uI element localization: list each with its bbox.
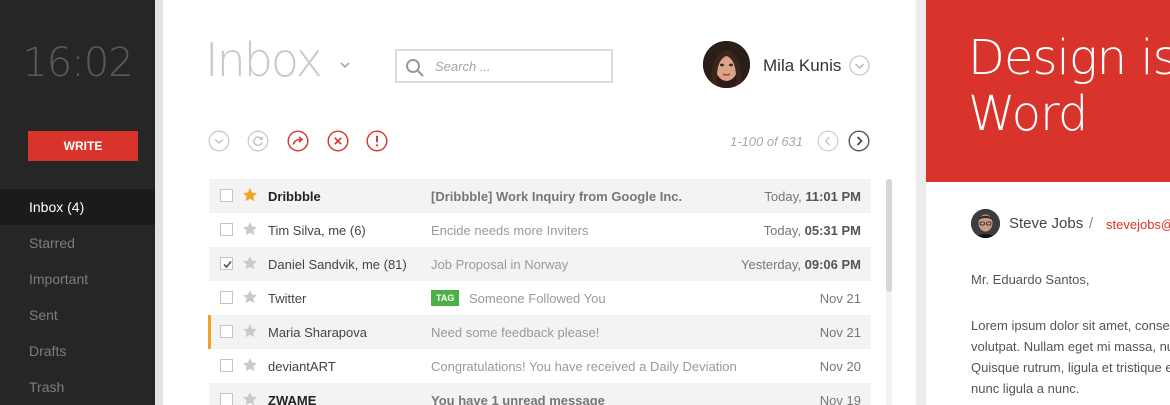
email-date: Nov 20 [819, 359, 861, 374]
email-sender: Tim Silva, me (6) [268, 223, 366, 238]
email-sender: Maria Sharapova [268, 325, 367, 340]
email-sender: Daniel Sandvik, me (81) [268, 257, 407, 272]
star-icon[interactable] [242, 289, 258, 305]
email-subject: Job Proposal in Norway [431, 257, 569, 272]
sender-avatar [971, 209, 1000, 238]
sender-email[interactable]: stevejobs@ [1106, 217, 1170, 232]
email-subject: Encide needs more Inviters [431, 223, 589, 238]
sidebar-item-important[interactable]: Important [0, 261, 155, 297]
email-date: Today, 11:01 PM [764, 189, 861, 204]
message-greeting: Mr. Eduardo Santos, [971, 272, 1090, 287]
sidebar-item-trash[interactable]: Trash [0, 369, 155, 405]
sender-separator: / [1089, 215, 1094, 232]
scrollbar-thumb[interactable] [886, 179, 892, 292]
prev-page-icon[interactable] [817, 130, 839, 152]
next-page-icon[interactable] [848, 130, 870, 152]
row-checkbox[interactable] [220, 325, 233, 338]
star-icon[interactable] [242, 357, 258, 373]
email-time: 09:06 PM [804, 257, 861, 272]
star-icon[interactable] [242, 323, 258, 339]
forward-icon[interactable] [287, 130, 309, 152]
divider [916, 0, 926, 405]
email-date-label: Yesterday, [741, 257, 805, 272]
email-subject: Congratulations! You have received a Dai… [431, 359, 737, 374]
message-title: Design is Word [968, 30, 1170, 142]
email-date-label: Today, [764, 189, 806, 204]
divider [155, 0, 163, 405]
email-subject: [Dribbble] Work Inquiry from Google Inc. [431, 189, 683, 204]
row-checkbox[interactable] [220, 223, 233, 236]
row-checkbox[interactable] [220, 359, 233, 372]
select-dropdown-icon[interactable] [208, 130, 230, 152]
email-subject: Need some feedback please! [431, 325, 600, 340]
delete-icon[interactable] [327, 130, 349, 152]
email-sender: deviantART [268, 359, 336, 374]
user-menu-chevron-icon[interactable] [849, 55, 870, 76]
email-row[interactable]: Dribbble [Dribbble] Work Inquiry from Go… [209, 179, 871, 213]
row-checkbox[interactable] [220, 257, 233, 270]
write-button[interactable]: WRITE [28, 131, 138, 161]
message-header: Design is Word [926, 0, 1170, 182]
search-icon [406, 59, 424, 77]
star-icon[interactable] [242, 221, 258, 237]
checkmark-icon [223, 260, 232, 269]
email-list: Dribbble [Dribbble] Work Inquiry from Go… [208, 179, 871, 405]
email-date: Yesterday, 09:06 PM [741, 257, 861, 272]
search-input[interactable] [435, 57, 605, 75]
inbox-panel: Inbox Mila Kunis 1-100 of 631 Dribbble [… [163, 0, 916, 405]
user-name[interactable]: Mila Kunis [763, 56, 841, 76]
sidebar-nav: Inbox (4) Starred Important Sent Drafts … [0, 189, 155, 405]
email-row[interactable]: Daniel Sandvik, me (81) Job Proposal in … [209, 247, 871, 281]
refresh-icon[interactable] [247, 130, 269, 152]
report-spam-icon[interactable] [366, 130, 388, 152]
flag-marker [208, 315, 211, 349]
email-date: Nov 19 [819, 393, 861, 405]
email-row[interactable]: Twitter TAG Someone Followed You Nov 21 [209, 281, 871, 315]
sidebar-item-starred[interactable]: Starred [0, 225, 155, 261]
row-checkbox[interactable] [220, 291, 233, 304]
email-date-label: Today, [763, 223, 805, 238]
star-icon[interactable] [242, 255, 258, 271]
message-body: Lorem ipsum dolor sit amet, consec volut… [971, 318, 1170, 396]
page-title[interactable]: Inbox [205, 33, 323, 87]
sidebar: 16:02 WRITE Inbox (4) Starred Important … [0, 0, 155, 405]
avatar[interactable] [703, 41, 750, 88]
sidebar-item-drafts[interactable]: Drafts [0, 333, 155, 369]
star-icon[interactable] [242, 391, 258, 405]
row-checkbox[interactable] [220, 393, 233, 405]
email-sender: Dribbble [268, 189, 321, 204]
email-row[interactable]: deviantART Congratulations! You have rec… [209, 349, 871, 383]
sidebar-item-sent[interactable]: Sent [0, 297, 155, 333]
email-row[interactable]: Tim Silva, me (6) Encide needs more Invi… [209, 213, 871, 247]
email-subject: Someone Followed You [469, 291, 606, 306]
email-sender: ZWAME [268, 393, 317, 405]
sender-name: Steve Jobs [1009, 215, 1084, 232]
email-subject: You have 1 unread message [431, 393, 605, 405]
message-panel: Design is Word Steve Jobs / stevejobs@ M… [926, 0, 1170, 405]
pagination-text: 1-100 of 631 [730, 134, 804, 149]
chevron-down-icon[interactable] [339, 60, 351, 70]
email-row[interactable]: ZWAME You have 1 unread message Nov 19 [209, 383, 871, 405]
email-date: Nov 21 [819, 291, 861, 306]
tag-badge[interactable]: TAG [431, 290, 460, 306]
search-box[interactable] [395, 49, 613, 83]
row-checkbox[interactable] [220, 189, 233, 202]
email-date: Nov 21 [819, 325, 861, 340]
email-time: 05:31 PM [804, 223, 861, 238]
star-icon[interactable] [242, 187, 258, 203]
email-time: 11:01 PM [805, 189, 861, 204]
email-sender: Twitter [268, 291, 307, 306]
clock: 16:02 [22, 40, 133, 86]
email-date: Today, 05:31 PM [764, 223, 861, 238]
email-row[interactable]: Maria Sharapova Need some feedback pleas… [208, 315, 871, 349]
sidebar-item-inbox[interactable]: Inbox (4) [0, 189, 155, 225]
